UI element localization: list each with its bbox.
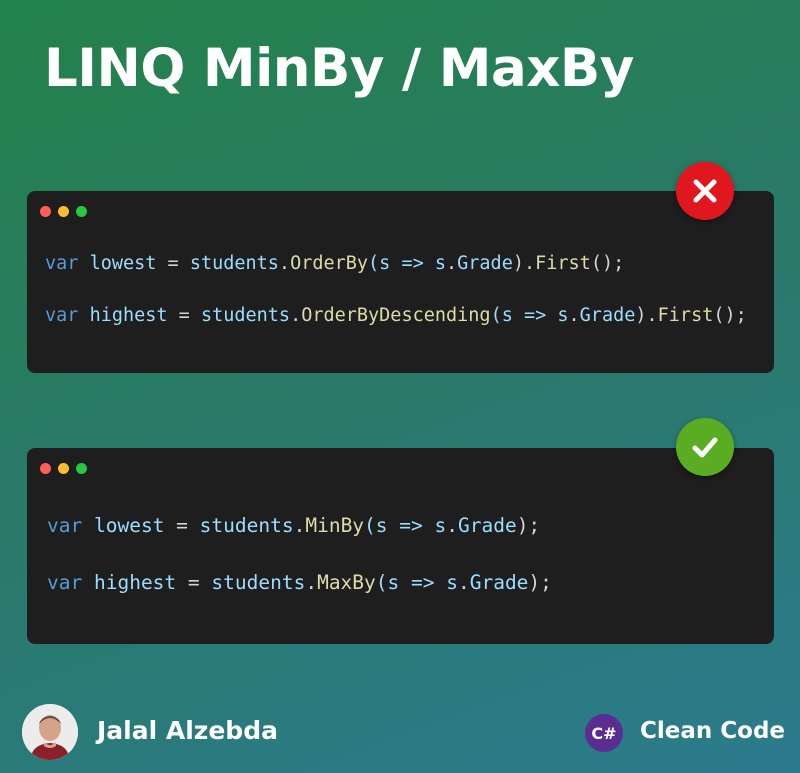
close-dot xyxy=(40,463,51,474)
method: OrderBy xyxy=(290,253,369,274)
dot: . xyxy=(290,305,302,326)
dot: . xyxy=(568,305,580,326)
author-name: Jalal Alzebda xyxy=(97,716,278,745)
variable: highest xyxy=(89,305,168,326)
operator: = xyxy=(164,514,200,537)
maximize-dot xyxy=(76,206,87,217)
dot: . xyxy=(457,571,470,594)
svg-text:C#: C# xyxy=(591,724,616,743)
method: First xyxy=(657,305,714,326)
window-controls xyxy=(40,463,87,474)
keyword: var xyxy=(45,253,79,274)
csharp-logo-icon: C# xyxy=(585,714,623,752)
variable: highest xyxy=(93,571,177,594)
dot: . xyxy=(293,514,306,537)
dot: . xyxy=(446,514,458,537)
keyword: var xyxy=(47,514,83,537)
avatar xyxy=(22,704,78,760)
variable: lowest xyxy=(93,514,165,537)
object: students xyxy=(211,571,306,594)
brand-name: Clean Code xyxy=(640,718,786,744)
x-icon xyxy=(676,162,734,220)
code-line: var highest = students.MaxBy(s => s.Grad… xyxy=(47,571,552,594)
code-line: var lowest = students.MinBy(s => s.Grade… xyxy=(47,514,540,537)
dot: . xyxy=(446,253,458,274)
minimize-dot xyxy=(58,463,69,474)
property: Grade xyxy=(457,514,517,537)
terminator: ); xyxy=(528,571,552,594)
property: Grade xyxy=(579,305,636,326)
lambda: (s => s xyxy=(490,305,569,326)
lambda: (s => s xyxy=(364,514,447,537)
method: MinBy xyxy=(305,514,365,537)
window-controls xyxy=(40,206,87,217)
object: students xyxy=(199,514,294,537)
terminator: ); xyxy=(516,514,541,537)
minimize-dot xyxy=(58,206,69,217)
property: Grade xyxy=(457,253,513,274)
bad-code-panel: var lowest = students.OrderBy(s => s.Gra… xyxy=(27,191,774,373)
keyword: var xyxy=(45,305,79,326)
maximize-dot xyxy=(76,463,87,474)
terminator: (); xyxy=(713,305,747,326)
paren: ) xyxy=(635,305,647,326)
operator: = xyxy=(156,253,190,274)
operator: = xyxy=(167,305,201,326)
object: students xyxy=(189,253,279,274)
code-line: var lowest = students.OrderBy(s => s.Gra… xyxy=(45,253,624,274)
method: First xyxy=(535,253,591,274)
dot: . xyxy=(523,253,536,274)
lambda: (s => s xyxy=(368,253,446,274)
paren: ) xyxy=(512,253,524,274)
keyword: var xyxy=(47,571,83,594)
lambda: (s => s xyxy=(375,571,458,594)
operator: = xyxy=(176,571,212,594)
method: MaxBy xyxy=(317,571,376,594)
terminator: (); xyxy=(590,253,625,274)
close-dot xyxy=(40,206,51,217)
dot: . xyxy=(646,305,658,326)
dot: . xyxy=(278,253,291,274)
method: OrderByDescending xyxy=(301,305,491,326)
page-title: LINQ MinBy / MaxBy xyxy=(44,38,634,99)
good-code-panel: var lowest = students.MinBy(s => s.Grade… xyxy=(27,448,774,644)
variable: lowest xyxy=(89,253,157,274)
check-icon xyxy=(676,418,734,476)
object: students xyxy=(200,305,291,326)
code-line: var highest = students.OrderByDescending… xyxy=(45,305,747,326)
dot: . xyxy=(305,571,318,594)
property: Grade xyxy=(469,571,529,594)
